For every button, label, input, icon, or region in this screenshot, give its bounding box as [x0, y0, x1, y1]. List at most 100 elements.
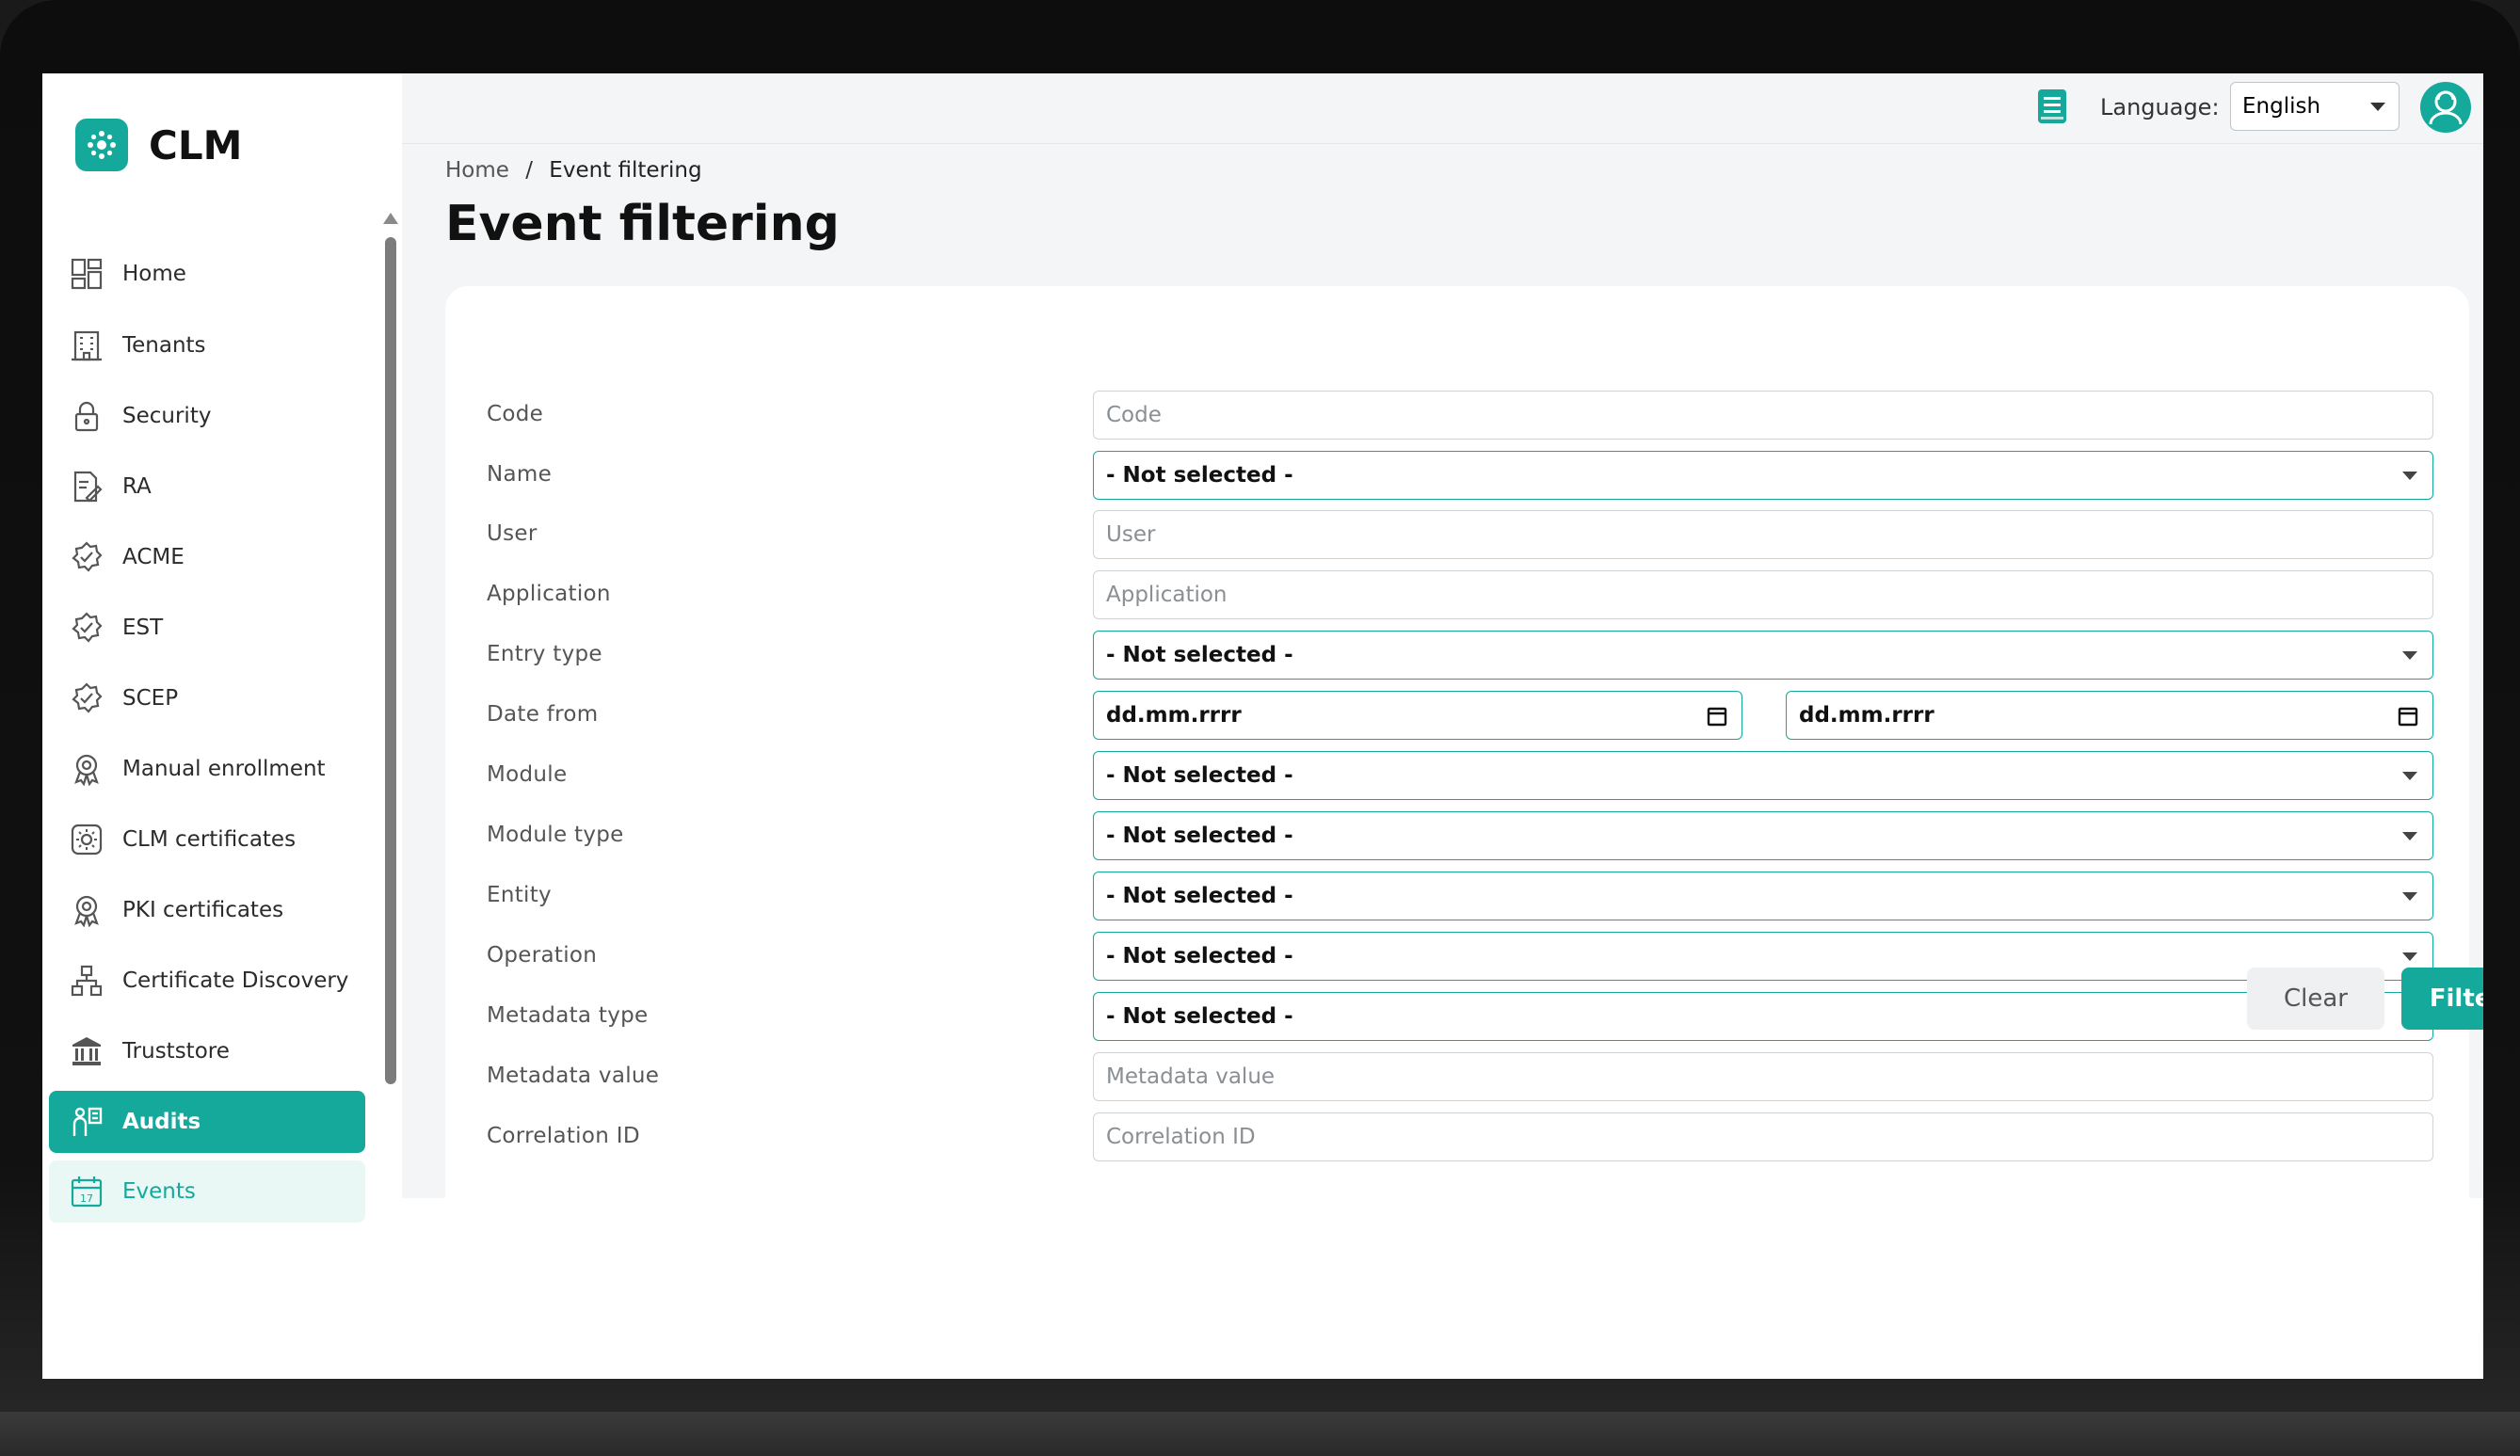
- entity-value: - Not selected -: [1106, 884, 1293, 908]
- date-from-label: Date from: [487, 702, 599, 727]
- chevron-down-icon: [2402, 772, 2417, 780]
- module-type-value: - Not selected -: [1106, 824, 1293, 848]
- sidebar-item-label: Audits: [122, 1110, 201, 1134]
- metadata-type-select[interactable]: - Not selected -: [1093, 992, 2433, 1041]
- chevron-down-icon: [2402, 892, 2417, 901]
- calendar-icon[interactable]: [1706, 705, 1728, 728]
- user-placeholder: User: [1106, 522, 1156, 547]
- document-sign-icon: [68, 468, 105, 505]
- chevron-down-icon: [2402, 952, 2417, 961]
- operation-select[interactable]: - Not selected -: [1093, 932, 2433, 981]
- document-icon[interactable]: [2037, 88, 2067, 124]
- calendar-icon[interactable]: [2397, 705, 2419, 728]
- form-row-metadata-type: Metadata type - Not selected -: [445, 992, 2469, 1043]
- sidebar-item-acme[interactable]: ACME: [49, 526, 365, 588]
- sidebar-item-clm-certificates[interactable]: CLM certificates: [49, 808, 365, 871]
- dashboard-icon: [68, 255, 105, 293]
- date-to-input[interactable]: dd.mm.rrrr: [1786, 691, 2433, 740]
- correlation-id-label: Correlation ID: [487, 1124, 640, 1148]
- code-input[interactable]: Code: [1093, 391, 2433, 440]
- scroll-up-icon[interactable]: [383, 213, 398, 224]
- module-type-select[interactable]: - Not selected -: [1093, 811, 2433, 860]
- form-row-module-type: Module type - Not selected -: [445, 811, 2469, 862]
- correlation-id-input[interactable]: Correlation ID: [1093, 1112, 2433, 1161]
- filter-form: Code Code Name - Not selected - User Use…: [445, 286, 2469, 1198]
- language-value: English: [2242, 94, 2321, 119]
- date-to-value: dd.mm.rrrr: [1799, 703, 1934, 728]
- sidebar-item-label: Tenants: [122, 333, 206, 358]
- brand[interactable]: CLM: [75, 119, 242, 171]
- sidebar-item-ra[interactable]: RA: [49, 456, 365, 518]
- sidebar-item-home[interactable]: Home: [49, 243, 365, 305]
- metadata-value-placeholder: Metadata value: [1106, 1064, 1276, 1089]
- metadata-value-label: Metadata value: [487, 1064, 660, 1088]
- sidebar-item-label: Certificate Discovery: [122, 968, 349, 993]
- module-type-label: Module type: [487, 823, 624, 847]
- sidebar-item-label: Home: [122, 262, 186, 286]
- entry-type-label: Entry type: [487, 642, 602, 666]
- badge-check-icon: [68, 538, 105, 576]
- form-row-module: Module - Not selected -: [445, 751, 2469, 802]
- award-icon: [68, 750, 105, 788]
- entry-type-value: - Not selected -: [1106, 643, 1293, 667]
- module-label: Module: [487, 762, 568, 787]
- chevron-down-icon: [2402, 472, 2417, 480]
- form-row-code: Code Code: [445, 391, 2469, 441]
- sidebar-item-est[interactable]: EST: [49, 597, 365, 659]
- user-avatar-icon[interactable]: [2419, 81, 2472, 134]
- svg-text:17: 17: [80, 1192, 93, 1205]
- correlation-id-placeholder: Correlation ID: [1106, 1125, 1256, 1149]
- sidebar-item-label: EST: [122, 616, 164, 640]
- sidebar-item-certificate-discovery[interactable]: Certificate Discovery: [49, 950, 365, 1012]
- sidebar-item-tenants[interactable]: Tenants: [49, 314, 365, 376]
- form-row-date-from: Date from dd.mm.rrrr To dd.mm.rrrr: [445, 691, 2469, 742]
- award-icon: [68, 891, 105, 929]
- application-input[interactable]: Application: [1093, 570, 2433, 619]
- clear-button[interactable]: Clear: [2247, 968, 2384, 1030]
- sidebar-item-label: RA: [122, 474, 152, 499]
- sidebar-item-label: Events: [122, 1179, 196, 1204]
- form-row-name: Name - Not selected -: [445, 451, 2469, 502]
- sidebar: CLM Home Tenants Security RA ACME EST SC…: [42, 73, 402, 1223]
- language-select[interactable]: English: [2230, 82, 2400, 131]
- sidebar-item-truststore[interactable]: Truststore: [49, 1020, 365, 1082]
- date-from-input[interactable]: dd.mm.rrrr: [1093, 691, 1742, 740]
- date-from-value: dd.mm.rrrr: [1106, 703, 1242, 728]
- breadcrumb-home[interactable]: Home: [445, 158, 509, 183]
- hierarchy-icon: [68, 962, 105, 1000]
- sidebar-item-label: Security: [122, 404, 212, 428]
- name-value: - Not selected -: [1106, 463, 1293, 488]
- operation-value: - Not selected -: [1106, 944, 1293, 968]
- page-title: Event filtering: [445, 196, 840, 252]
- module-value: - Not selected -: [1106, 763, 1293, 788]
- sidebar-item-audits[interactable]: Audits: [49, 1091, 365, 1153]
- user-input[interactable]: User: [1093, 510, 2433, 559]
- name-select[interactable]: - Not selected -: [1093, 451, 2433, 500]
- sidebar-scrollbar[interactable]: [383, 213, 398, 1163]
- device-base: [0, 1412, 2520, 1456]
- filter-button[interactable]: Filter: [2401, 968, 2483, 1030]
- breadcrumb-current: Event filtering: [549, 158, 702, 183]
- scroll-thumb[interactable]: [385, 237, 396, 1084]
- metadata-value-input[interactable]: Metadata value: [1093, 1052, 2433, 1101]
- sidebar-item-label: Manual enrollment: [122, 757, 326, 781]
- entry-type-select[interactable]: - Not selected -: [1093, 631, 2433, 680]
- form-row-operation: Operation - Not selected -: [445, 932, 2469, 983]
- sidebar-item-scep[interactable]: SCEP: [49, 667, 365, 729]
- app-screen: CLM Home Tenants Security RA ACME EST SC…: [42, 73, 2483, 1379]
- sidebar-item-label: SCEP: [122, 686, 179, 711]
- module-select[interactable]: - Not selected -: [1093, 751, 2433, 800]
- entity-select[interactable]: - Not selected -: [1093, 872, 2433, 920]
- breadcrumb-separator: /: [525, 158, 533, 183]
- sidebar-item-security[interactable]: Security: [49, 385, 365, 447]
- sidebar-item-label: ACME: [122, 545, 185, 569]
- chevron-down-icon: [2370, 103, 2385, 111]
- form-row-application: Application Application: [445, 570, 2469, 621]
- sidebar-item-pki-certificates[interactable]: PKI certificates: [49, 879, 365, 941]
- audit-icon: [68, 1103, 105, 1141]
- main-content: Language: English Home / Event filtering…: [402, 73, 2483, 1198]
- sidebar-item-events[interactable]: 17 Events: [49, 1160, 365, 1223]
- sidebar-item-manual-enrollment[interactable]: Manual enrollment: [49, 738, 365, 800]
- user-label: User: [487, 521, 538, 546]
- application-label: Application: [487, 582, 611, 606]
